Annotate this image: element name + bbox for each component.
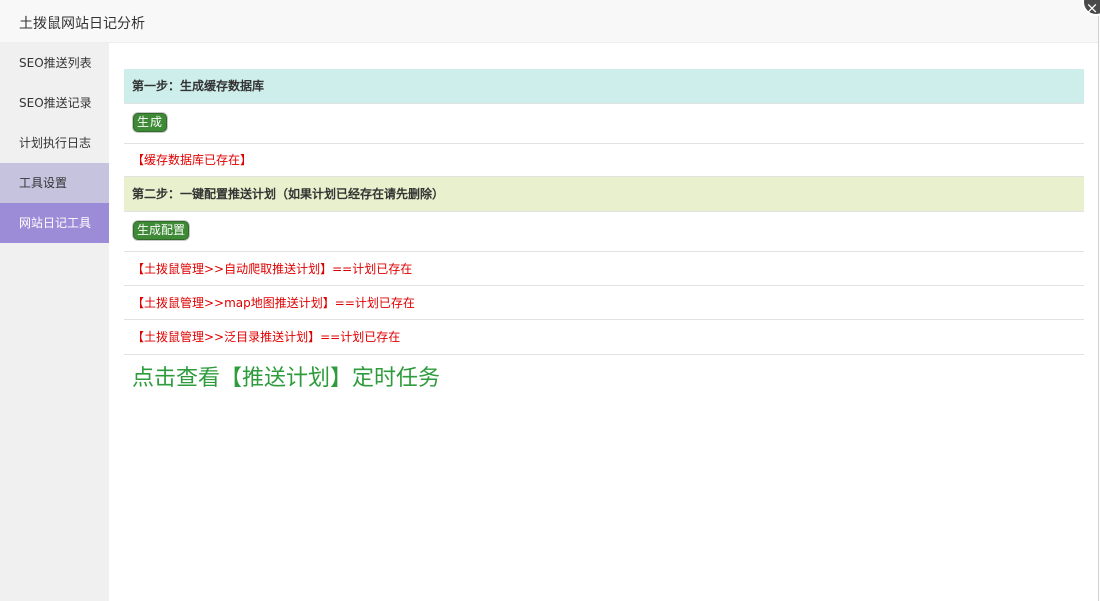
- cache-db-status: 【缓存数据库已存在】: [124, 144, 1084, 177]
- step1-button-row: 生成: [124, 104, 1084, 144]
- sidebar-item-seo-push-list[interactable]: SEO推送列表: [0, 43, 109, 83]
- result-map-push-plan: 【土拨鼠管理>>map地图推送计划】==计划已存在: [124, 286, 1084, 320]
- view-push-plan-link[interactable]: 点击查看【推送计划】定时任务: [124, 355, 1084, 403]
- main-content: 第一步：生成缓存数据库 生成 【缓存数据库已存在】 第二步：一键配置推送计划（如…: [124, 69, 1084, 403]
- result-pan-directory-plan: 【土拨鼠管理>>泛目录推送计划】==计划已存在: [124, 320, 1084, 355]
- generate-config-button[interactable]: 生成配置: [133, 221, 190, 240]
- sidebar-item-tool-settings[interactable]: 工具设置: [0, 163, 109, 203]
- step2-button-row: 生成配置: [124, 212, 1084, 252]
- window-title: 土拨鼠网站日记分析: [19, 16, 145, 32]
- sidebar: SEO推送列表 SEO推送记录 计划执行日志 工具设置 网站日记工具: [0, 43, 109, 601]
- step1-heading: 第一步：生成缓存数据库: [124, 69, 1084, 104]
- generate-button[interactable]: 生成: [133, 113, 168, 132]
- dialog-window: 土拨鼠网站日记分析 SEO推送列表 SEO推送记录 计划执行日志 工具设置 网站…: [0, 0, 1099, 601]
- title-bar: 土拨鼠网站日记分析: [0, 0, 1098, 43]
- step2-heading: 第二步：一键配置推送计划（如果计划已经存在请先删除）: [124, 177, 1084, 212]
- sidebar-item-plan-execution-log[interactable]: 计划执行日志: [0, 123, 109, 163]
- result-auto-crawl-plan: 【土拨鼠管理>>自动爬取推送计划】==计划已存在: [124, 252, 1084, 286]
- sidebar-item-seo-push-records[interactable]: SEO推送记录: [0, 83, 109, 123]
- sidebar-item-website-log-tools[interactable]: 网站日记工具: [0, 203, 109, 243]
- close-icon: ×: [1085, 0, 1099, 17]
